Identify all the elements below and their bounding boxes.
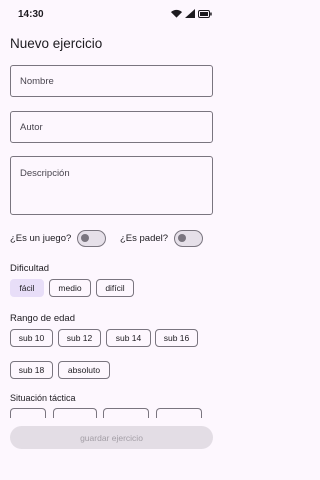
padel-switch[interactable] — [174, 230, 204, 247]
situacion-chip[interactable] — [103, 408, 149, 418]
padel-label: ¿Es padel? — [120, 233, 169, 244]
juego-toggle-row: ¿Es un juego? — [10, 230, 107, 247]
chip-sub-12[interactable]: sub 12 — [58, 329, 101, 347]
chip-sub-10[interactable]: sub 10 — [10, 329, 53, 347]
signal-icon — [185, 9, 195, 18]
situacion-label: Situación táctica — [10, 393, 76, 403]
chip-facil[interactable]: fácil — [10, 279, 44, 297]
chip-sub-18[interactable]: sub 18 — [10, 361, 53, 379]
rango-label: Rango de edad — [10, 313, 75, 324]
padel-switch-knob — [178, 234, 187, 242]
situacion-chip[interactable] — [156, 408, 202, 418]
chip-sub-14[interactable]: sub 14 — [106, 329, 151, 347]
nombre-label: Nombre — [20, 76, 54, 87]
chip-sub-16[interactable]: sub 16 — [155, 329, 198, 347]
chip-absoluto[interactable]: absoluto — [58, 361, 110, 379]
descripcion-label: Descripción — [20, 168, 70, 179]
battery-icon — [198, 9, 212, 18]
nombre-field[interactable]: Nombre — [10, 65, 213, 97]
save-button[interactable]: guardar ejercicio — [10, 426, 213, 449]
page-title: Nuevo ejercicio — [10, 36, 103, 51]
status-bar: 14:30 — [0, 0, 222, 28]
juego-switch-knob — [81, 234, 90, 242]
situacion-chip[interactable] — [53, 408, 97, 418]
autor-label: Autor — [20, 122, 43, 133]
chip-medio[interactable]: medio — [49, 279, 91, 297]
chip-dificil[interactable]: difícil — [96, 279, 134, 297]
juego-switch[interactable] — [77, 230, 107, 247]
descripcion-field[interactable]: Descripción — [10, 156, 213, 215]
autor-field[interactable]: Autor — [10, 111, 213, 143]
status-icons — [171, 9, 212, 18]
situacion-chip[interactable] — [10, 408, 46, 418]
padel-toggle-row: ¿Es padel? — [120, 230, 204, 247]
status-time: 14:30 — [18, 9, 44, 20]
juego-label: ¿Es un juego? — [10, 233, 72, 244]
dificultad-label: Dificultad — [10, 263, 50, 274]
wifi-icon — [171, 9, 182, 18]
